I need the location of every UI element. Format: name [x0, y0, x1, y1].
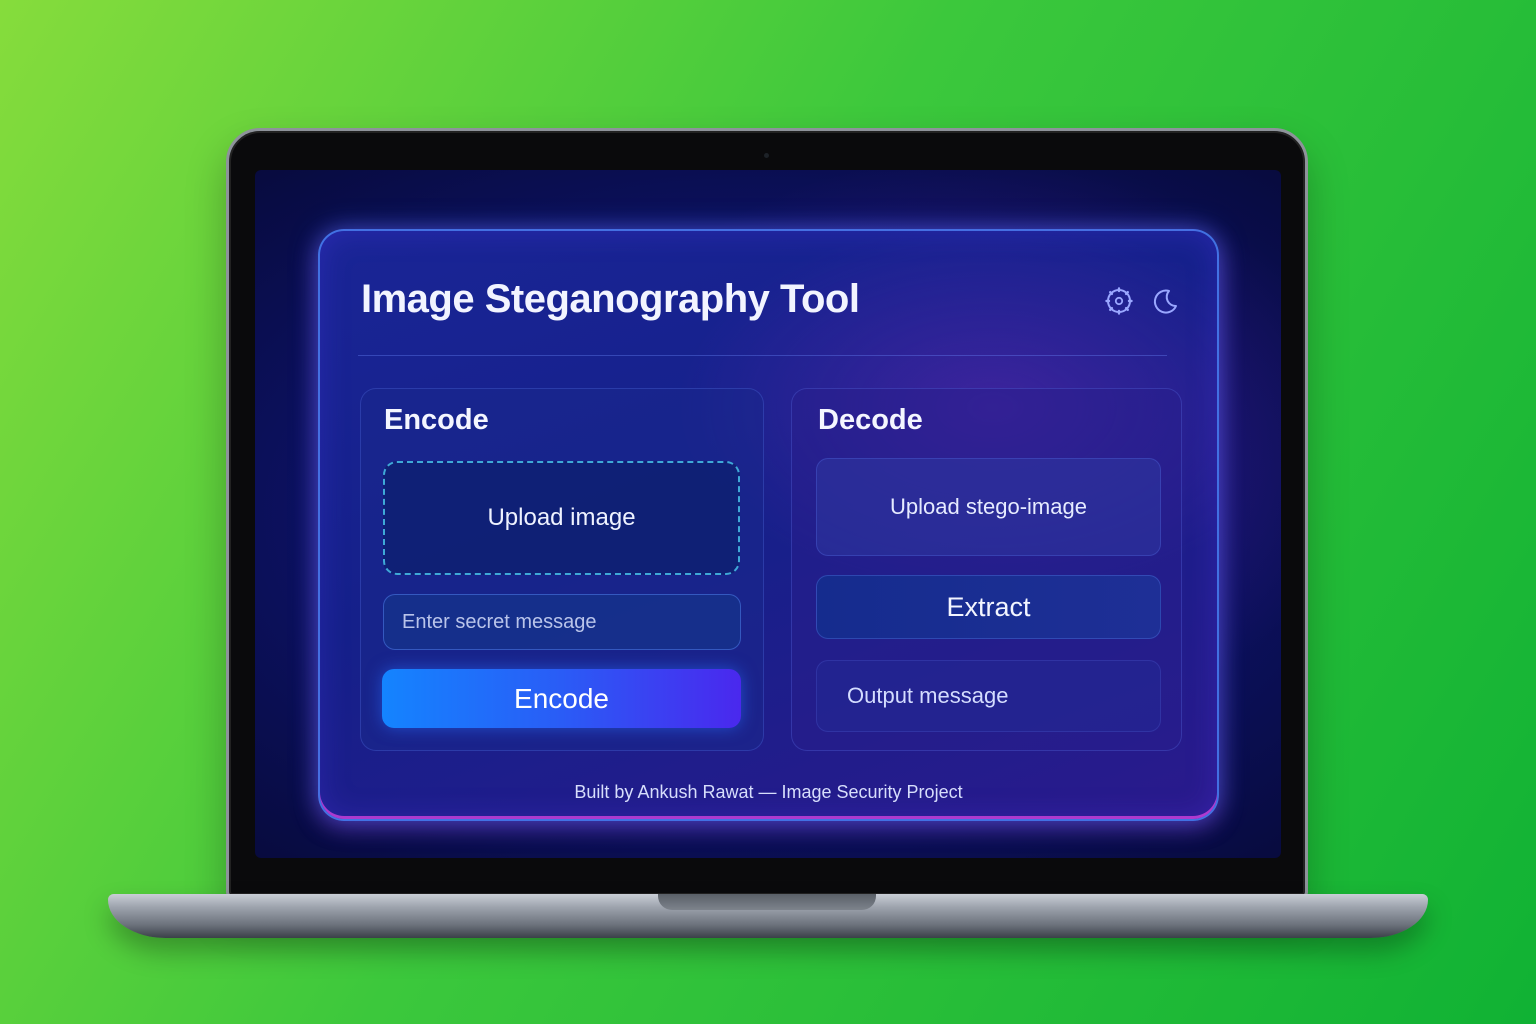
output-message-field: Output message [816, 660, 1161, 732]
upload-image-dropzone[interactable]: Upload image [383, 461, 740, 575]
laptop-base-notch [658, 894, 876, 910]
extract-button-label: Extract [946, 591, 1031, 622]
decode-panel: Decode Upload stego-image Extract Output… [791, 388, 1182, 751]
encode-button[interactable]: Encode [382, 669, 741, 728]
settings-icon[interactable] [1105, 287, 1133, 315]
upload-image-label: Upload image [487, 504, 636, 531]
secret-message-input[interactable] [383, 594, 741, 650]
encode-panel: Encode Upload image Encode [360, 388, 764, 751]
footer-credit: Built by Ankush Rawat — Image Security P… [574, 782, 963, 802]
header-divider [358, 355, 1167, 356]
moon-icon[interactable] [1151, 287, 1179, 315]
upload-stego-image-label: Upload stego-image [890, 494, 1087, 519]
app-window: Image Steganography Tool Encode Upload i… [318, 229, 1219, 821]
header-actions [1105, 287, 1179, 315]
output-message-label: Output message [847, 683, 1009, 708]
page-title: Image Steganography Tool [361, 277, 860, 321]
encode-title: Encode [384, 404, 489, 436]
decode-title: Decode [818, 404, 923, 436]
webcam [764, 153, 769, 158]
upload-stego-image-button[interactable]: Upload stego-image [816, 458, 1161, 556]
extract-button[interactable]: Extract [816, 575, 1161, 639]
